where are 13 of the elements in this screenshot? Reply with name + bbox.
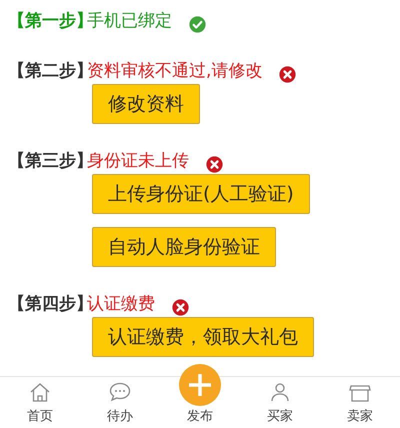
home-icon	[29, 382, 51, 402]
chat-icon	[109, 382, 131, 402]
action-button[interactable]: 上传身份证(人工验证)	[92, 174, 310, 214]
action-button[interactable]: 自动人脸身份验证	[92, 227, 276, 267]
tab-label[interactable]: 待办	[107, 408, 133, 426]
tab-label[interactable]: 买家	[267, 408, 293, 426]
tab-label[interactable]: 卖家	[347, 408, 373, 426]
person-icon	[269, 382, 291, 402]
plus-icon[interactable]	[179, 364, 221, 406]
action-button[interactable]: 修改资料	[92, 84, 200, 124]
tab-label[interactable]: 首页	[27, 408, 53, 426]
tab-label[interactable]: 发布	[187, 408, 213, 426]
action-button[interactable]: 认证缴费，领取大礼包	[92, 317, 314, 357]
